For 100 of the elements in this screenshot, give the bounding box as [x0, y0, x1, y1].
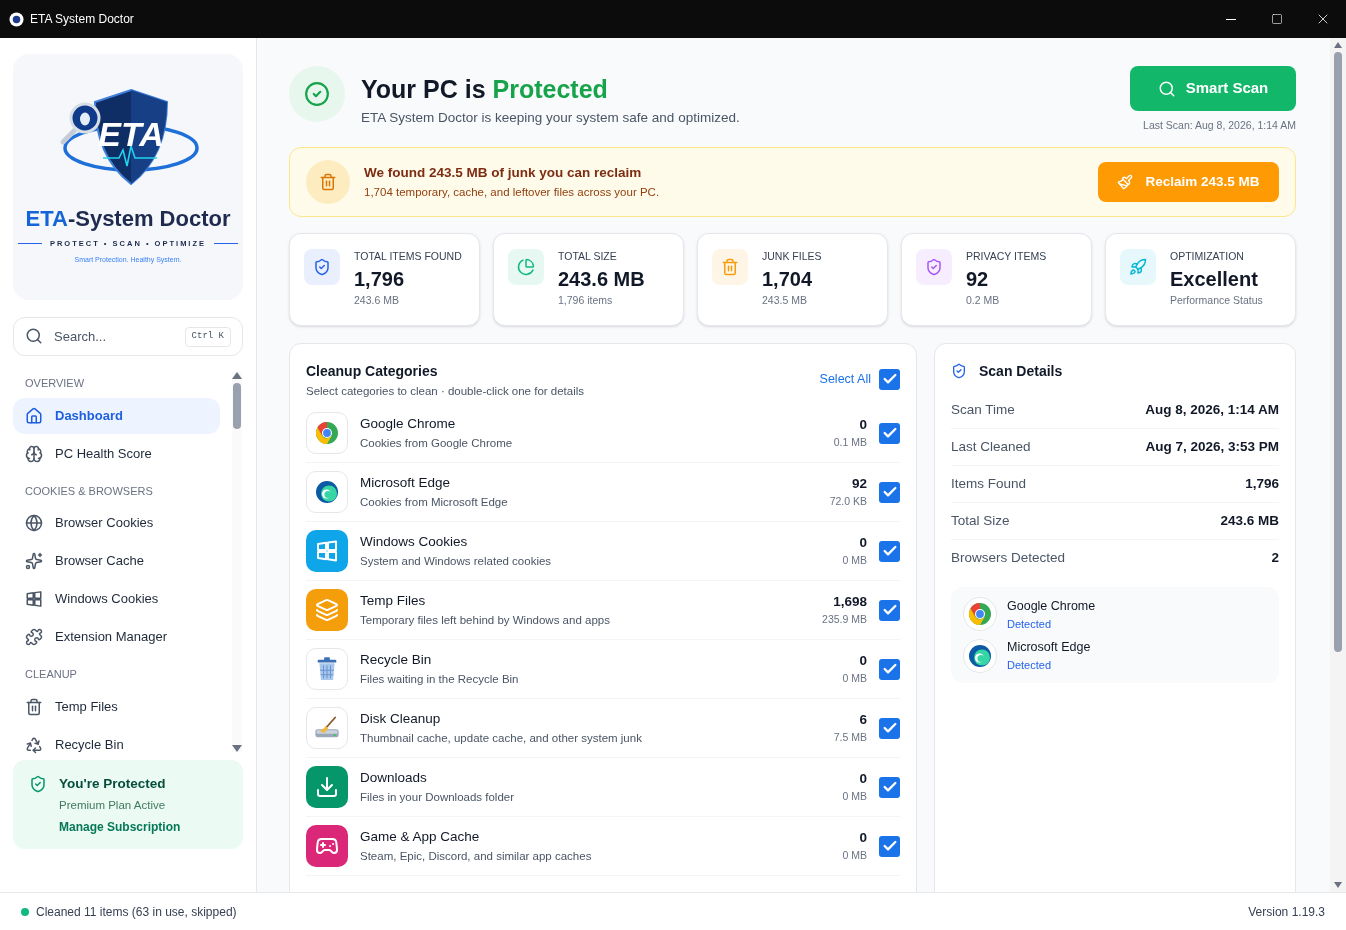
- panel-subtitle: Select categories to clean · double-click one for details: [306, 383, 586, 399]
- minimize-icon: [1226, 18, 1236, 20]
- shield-check-icon: [951, 363, 967, 380]
- shortcut-hint: Ctrl K: [184, 327, 231, 347]
- checkbox[interactable]: [879, 658, 900, 680]
- globe-icon: [25, 514, 43, 532]
- category-name: Recycle Bin: [360, 650, 433, 669]
- item-count: 0: [859, 416, 867, 434]
- stat-sub: 243.6 MB: [354, 292, 400, 308]
- category-detail: Cookies from Microsoft Edge: [360, 495, 509, 510]
- check-circle-icon: [304, 81, 330, 107]
- protection-title: You're Protected: [59, 775, 167, 793]
- stat-value: Excellent: [1170, 266, 1259, 292]
- item-size: 72.0 KB: [829, 494, 867, 510]
- stat-sub: 243.5 MB: [762, 292, 808, 308]
- maximize-icon: [1271, 13, 1283, 25]
- item-size: 0 MB: [842, 848, 867, 864]
- download-icon: [315, 775, 339, 799]
- section-heading: COOKIES & BROWSERS: [24, 483, 154, 499]
- sidebar-item[interactable]: Windows Cookies: [13, 581, 220, 617]
- stat-label: TOTAL SIZE: [558, 248, 618, 264]
- item-size: 0 MB: [842, 671, 867, 687]
- last-scan-time: Last Scan: Aug 8, 2026, 1:14 AM: [1143, 118, 1296, 133]
- detail-label: Last Cleaned: [951, 437, 1031, 456]
- edge-icon: [315, 480, 339, 504]
- category-name: Google Chrome: [360, 414, 457, 433]
- recycle-icon: [25, 735, 43, 754]
- category-name: Game & App Cache: [360, 827, 481, 846]
- browser-status: Detected: [1007, 616, 1053, 632]
- category-detail: Files waiting in the Recycle Bin: [360, 672, 520, 687]
- sidebar-item[interactable]: Recycle Bin: [13, 726, 220, 758]
- section-heading: CLEANUP: [24, 667, 78, 682]
- stat-sub: 0.2 MB: [966, 292, 1001, 308]
- stat-value: 1,704: [762, 266, 814, 292]
- detail-value: 1,796: [1245, 474, 1279, 493]
- item-count: 92: [851, 475, 867, 493]
- puzzle-icon: [25, 628, 43, 646]
- sidebar-item[interactable]: Browser Cookies: [13, 505, 220, 541]
- item-size: 7.5 MB: [833, 730, 867, 746]
- checkbox[interactable]: [879, 481, 900, 503]
- sidebar-item[interactable]: PC Health Score: [13, 435, 220, 472]
- item-size: 235.9 MB: [822, 612, 867, 628]
- shield-logo-drawing: ETA: [53, 86, 203, 196]
- trash-icon: [25, 697, 43, 716]
- trash-icon: [319, 172, 337, 191]
- manage-subscription-link[interactable]: Manage Subscription: [59, 817, 181, 836]
- item-size: 0 MB: [842, 789, 867, 805]
- sidebar-item[interactable]: Extension Manager: [13, 619, 220, 655]
- category-name: Disk Cleanup: [360, 709, 442, 728]
- pie-chart-icon: [517, 257, 535, 276]
- checkbox[interactable]: [879, 540, 900, 562]
- detail-value: Aug 7, 2026, 3:53 PM: [1145, 437, 1279, 456]
- sidebar-item[interactable]: Temp Files: [13, 688, 220, 725]
- browser-name: Microsoft Edge: [1007, 639, 1091, 656]
- stat-label: OPTIMIZATION: [1170, 248, 1245, 264]
- stat-label: TOTAL ITEMS FOUND: [354, 248, 462, 264]
- detail-label: Scan Time: [951, 400, 1015, 419]
- home-icon: [25, 406, 43, 425]
- rocket-icon: [1129, 257, 1147, 276]
- category-name: Windows Cookies: [360, 532, 469, 551]
- panel-title: Cleanup Categories: [306, 361, 439, 381]
- window-title: ETA System Doctor: [30, 11, 134, 28]
- checkbox[interactable]: [879, 368, 900, 390]
- page-title: Your PC is Protected: [361, 74, 609, 104]
- detail-value: 243.6 MB: [1220, 511, 1279, 530]
- category-detail: Cookies from Google Chrome: [360, 436, 514, 451]
- checkbox[interactable]: [879, 599, 900, 621]
- shield-check-icon: [29, 775, 47, 793]
- checkbox[interactable]: [879, 776, 900, 798]
- checkbox[interactable]: [879, 717, 900, 739]
- stat-value: 1,796: [354, 266, 406, 292]
- app-icon: [9, 11, 24, 27]
- scrollbar[interactable]: [232, 372, 242, 752]
- search-icon: [25, 327, 43, 345]
- category-detail: Temporary files left behind by Windows and apps: [360, 613, 611, 628]
- category-name: Microsoft Edge: [360, 473, 452, 492]
- shield-check-icon: [925, 257, 943, 276]
- brain-icon: [25, 444, 43, 463]
- item-count: 0: [859, 829, 867, 847]
- item-size: 0.1 MB: [833, 435, 867, 451]
- stat-value: 92: [966, 266, 990, 292]
- stat-label: JUNK FILES: [762, 248, 822, 264]
- status-message: Cleaned 11 items (63 in use, skipped): [36, 903, 237, 921]
- item-count: 0: [859, 534, 867, 552]
- detail-label: Items Found: [951, 474, 1027, 493]
- checkbox[interactable]: [879, 835, 900, 857]
- scrollbar[interactable]: [1330, 38, 1346, 892]
- windows-icon: [25, 590, 43, 608]
- browser-name: Google Chrome: [1007, 597, 1096, 615]
- sidebar-item[interactable]: Browser Cache: [13, 543, 220, 579]
- plan-label: Premium Plan Active: [59, 798, 167, 814]
- category-detail: System and Windows related cookies: [360, 554, 553, 569]
- item-count: 6: [859, 711, 867, 729]
- category-name: Downloads: [360, 768, 428, 787]
- sidebar-item[interactable]: Dashboard: [13, 397, 220, 434]
- checkbox[interactable]: [879, 422, 900, 444]
- browser-status: Detected: [1007, 657, 1053, 673]
- detail-value: Aug 8, 2026, 1:14 AM: [1145, 400, 1279, 419]
- select-all-link[interactable]: Select All: [819, 369, 871, 389]
- stat-label: PRIVACY ITEMS: [966, 248, 1047, 264]
